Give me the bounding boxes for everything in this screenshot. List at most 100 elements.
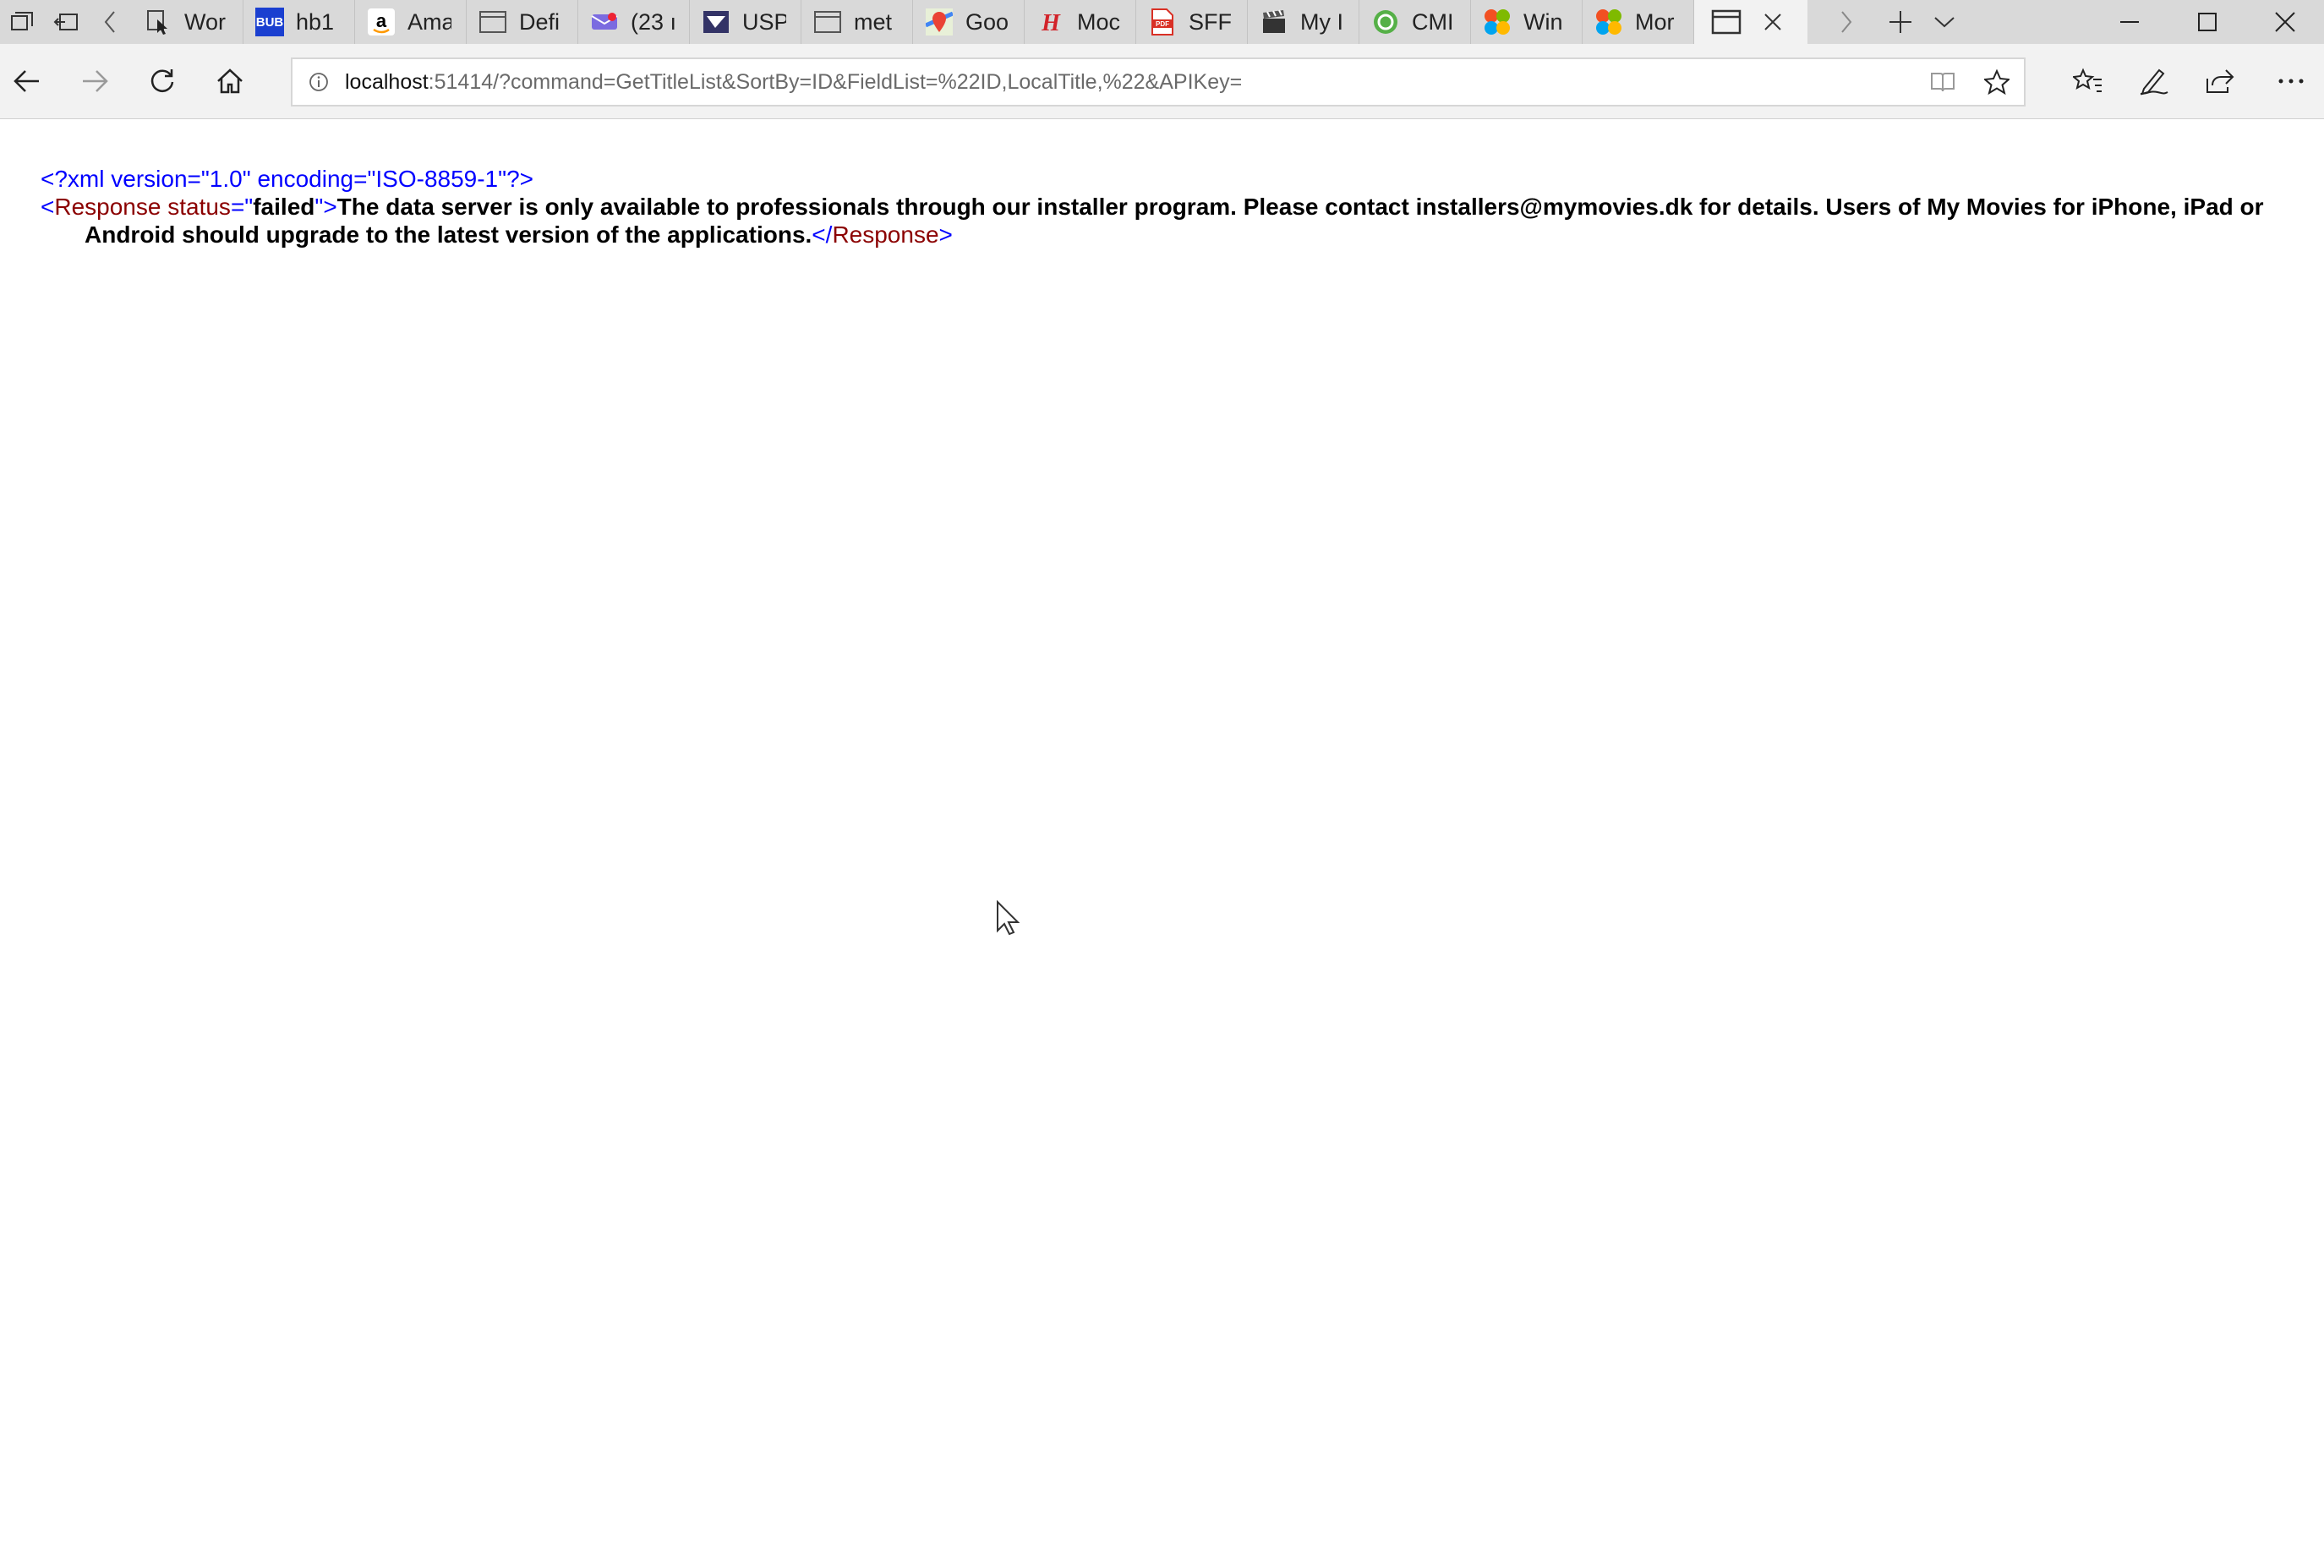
scroll-tabs-right-button[interactable]: [1824, 0, 1868, 44]
xml-document: <?xml version="1.0" encoding="ISO-8859-1…: [41, 165, 2272, 249]
reading-view-button[interactable]: [1916, 71, 1970, 93]
tab-6[interactable]: USP: [690, 0, 801, 44]
maps-icon: [925, 8, 954, 36]
xml-close-quote-bracket: ">: [314, 194, 337, 220]
bub-icon: BUB: [255, 8, 284, 36]
page-icon: [813, 8, 842, 36]
usps-icon: [702, 8, 730, 36]
tab-preview-icon: [11, 12, 33, 30]
maximize-button[interactable]: [2168, 0, 2246, 44]
new-tab-button[interactable]: [1878, 0, 1922, 44]
url-path: :51414/?command=GetTitleList&SortBy=ID&F…: [428, 69, 1243, 94]
chevron-right-icon: [1841, 11, 1852, 33]
windows-icon: [1483, 8, 1512, 36]
chevron-down-icon: [1934, 17, 1955, 28]
tab-14[interactable]: Mor: [1583, 0, 1694, 44]
tab-bar: Wor BUB hb1 a Ama Defi (23 ı USP met Goo H Moc PDF SF…: [0, 0, 2324, 44]
info-icon: [309, 73, 328, 91]
maximize-icon: [2198, 13, 2217, 31]
favorites-icon: [2073, 68, 2102, 92]
chevron-left-icon: [104, 11, 115, 33]
page-icon: [1711, 9, 1742, 35]
xml-end-open: </: [812, 221, 833, 248]
tab-title: Ama: [407, 8, 451, 35]
page-icon: [478, 8, 507, 36]
scroll-tabs-left-button[interactable]: [88, 0, 132, 44]
home-button[interactable]: [208, 59, 252, 103]
xml-attr-value: failed: [253, 194, 315, 220]
minimize-button[interactable]: [2091, 0, 2168, 44]
xml-response-element: < Response status="failed">The data serve…: [41, 193, 2272, 249]
tab-12[interactable]: CMI: [1359, 0, 1471, 44]
amazon-icon: a: [367, 8, 396, 36]
tab-title: Mor: [1635, 8, 1675, 35]
h-icon: H: [1036, 8, 1065, 36]
windows-icon: [1594, 8, 1623, 36]
close-tab-icon[interactable]: [1764, 13, 1782, 31]
mail-icon: [590, 8, 619, 36]
arrow-left-icon: [14, 70, 39, 92]
tab-title: SFF-: [1189, 8, 1233, 35]
tab-title: CMI: [1412, 8, 1454, 35]
tab-title: (23 ı: [631, 8, 675, 35]
tab-title: Moc: [1077, 8, 1121, 35]
xml-declaration: <?xml version="1.0" encoding="ISO-8859-1…: [41, 166, 533, 192]
tab-preview-button[interactable]: [0, 0, 44, 44]
xml-equals: =": [230, 194, 254, 220]
svg-text:a: a: [376, 10, 387, 31]
tab-13[interactable]: Win: [1471, 0, 1583, 44]
tab-title: Win: [1523, 8, 1563, 35]
web-note-button[interactable]: [2132, 59, 2176, 103]
site-info-button[interactable]: [293, 72, 345, 92]
navigation-bar: localhost:51414/?command=GetTitleList&So…: [0, 44, 2324, 119]
doc-cursor-icon: [144, 8, 172, 36]
refresh-button[interactable]: [140, 59, 184, 103]
tab-title: met: [854, 8, 893, 35]
tabs-aside-icon: [53, 14, 78, 30]
close-icon: [2275, 12, 2295, 32]
tab-9[interactable]: H Moc: [1025, 0, 1136, 44]
back-button[interactable]: [5, 59, 49, 103]
arrow-right-icon: [83, 70, 108, 92]
close-window-button[interactable]: [2246, 0, 2324, 44]
tab-active[interactable]: [1694, 0, 1807, 44]
ellipsis-icon: [2278, 79, 2304, 84]
tab-10[interactable]: PDF SFF-: [1136, 0, 1248, 44]
xml-open-bracket: <: [41, 194, 55, 220]
tab-11[interactable]: My I: [1248, 0, 1359, 44]
plus-icon: [1889, 11, 1911, 33]
tab-title: Goo: [965, 8, 1009, 35]
tab-5[interactable]: (23 ı: [578, 0, 690, 44]
tab-title: Wor: [184, 8, 227, 35]
url-text[interactable]: localhost:51414/?command=GetTitleList&So…: [345, 70, 1916, 95]
tab-3[interactable]: a Ama: [355, 0, 467, 44]
set-tabs-aside-button[interactable]: [44, 0, 88, 44]
url-host: localhost: [345, 69, 429, 94]
xml-message-text: The data server is only available to pro…: [85, 194, 2264, 248]
tab-2[interactable]: BUB hb1: [243, 0, 355, 44]
cm-icon: [1371, 8, 1400, 36]
mouse-pointer-icon: [997, 900, 1020, 936]
tab-list-button[interactable]: [1922, 0, 1966, 44]
tab-title: Defi: [519, 8, 560, 35]
pen-icon: [2140, 68, 2168, 96]
share-icon: [2206, 69, 2234, 93]
xml-end-tag-name: Response: [832, 221, 939, 248]
tab-title: hb1: [296, 8, 335, 35]
tab-7[interactable]: met: [801, 0, 913, 44]
forward-button[interactable]: [73, 59, 117, 103]
pdf-icon: PDF: [1148, 8, 1177, 36]
address-bar[interactable]: localhost:51414/?command=GetTitleList&So…: [291, 57, 2026, 107]
share-button[interactable]: [2198, 59, 2242, 103]
more-menu-button[interactable]: [2269, 59, 2313, 103]
tab-8[interactable]: Goo: [913, 0, 1025, 44]
refresh-icon: [150, 69, 174, 92]
page-content: <?xml version="1.0" encoding="ISO-8859-1…: [0, 119, 2324, 1568]
home-icon: [217, 68, 243, 94]
tab-4[interactable]: Defi: [467, 0, 578, 44]
add-favorite-button[interactable]: [1970, 69, 2024, 95]
svg-text:H: H: [1041, 10, 1061, 36]
favorites-hub-button[interactable]: [2066, 59, 2110, 103]
tab-1[interactable]: Wor: [132, 0, 243, 44]
xml-attr-name: status: [161, 194, 231, 220]
